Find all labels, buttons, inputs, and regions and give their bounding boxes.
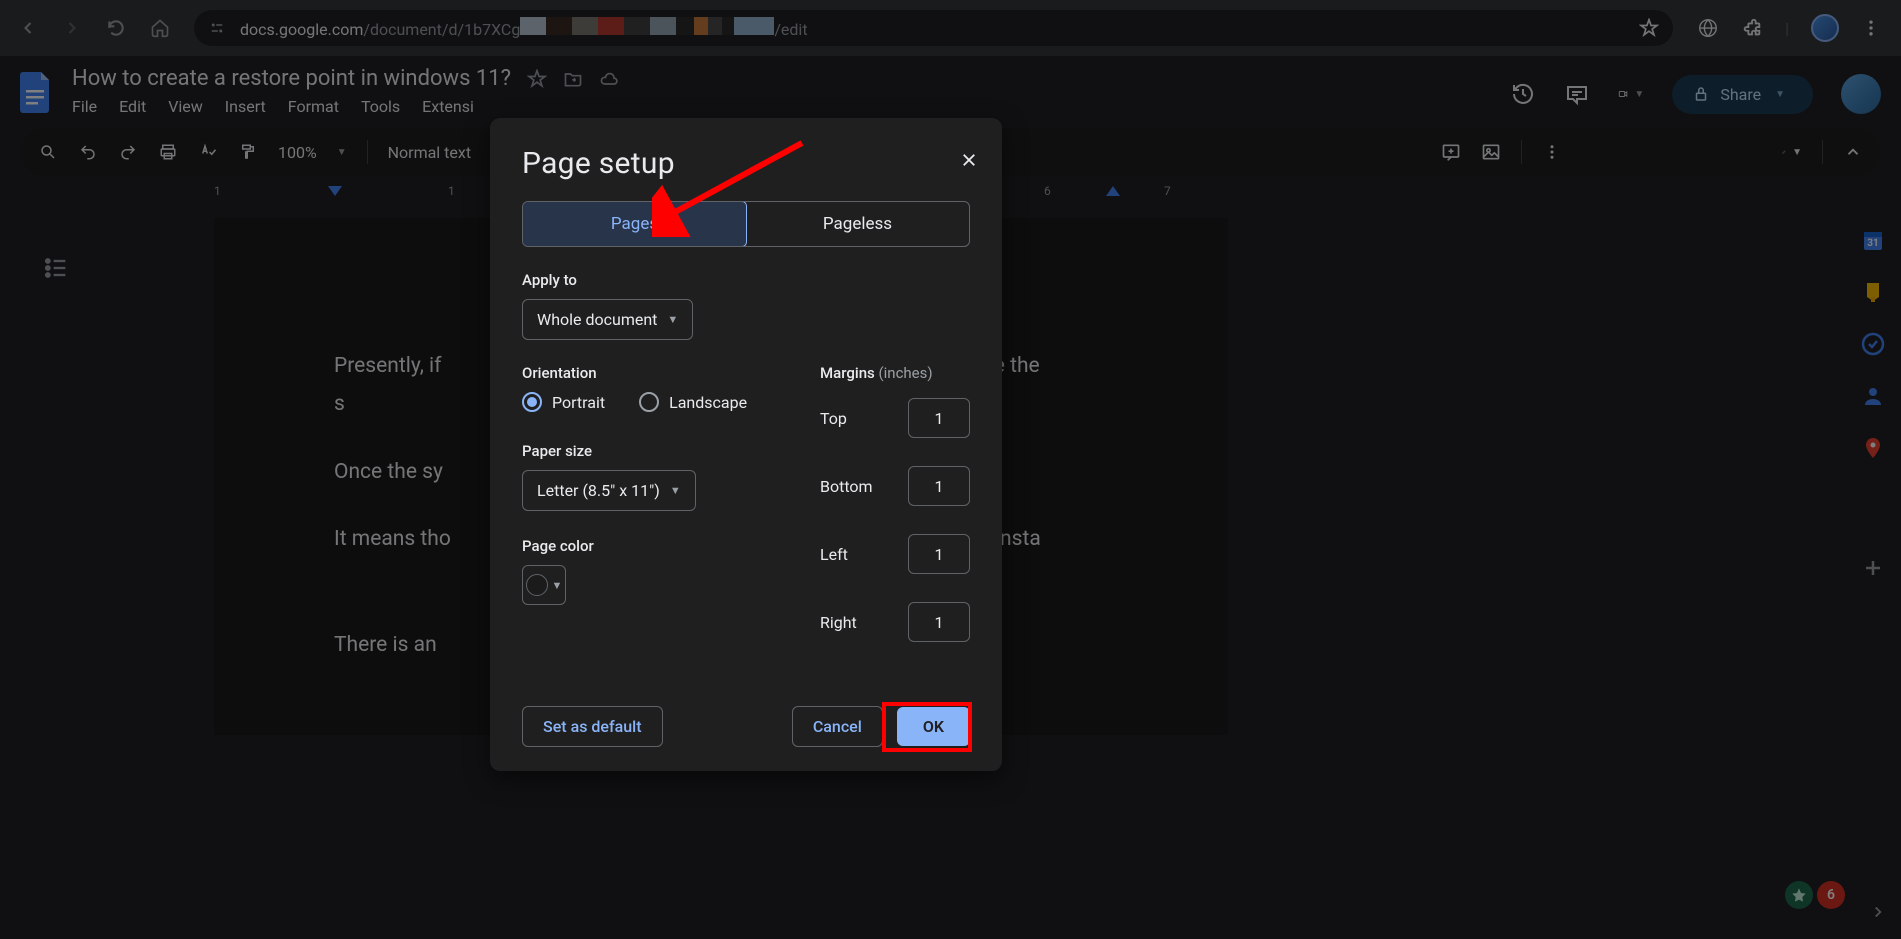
page-color-label: Page color bbox=[522, 537, 760, 555]
chevron-down-icon: ▼ bbox=[667, 313, 678, 326]
apply-to-select[interactable]: Whole document ▼ bbox=[522, 299, 693, 340]
page-setup-dialog: Page setup Pages Pageless Apply to Whole… bbox=[490, 118, 1002, 771]
apply-to-label: Apply to bbox=[522, 271, 970, 289]
chevron-down-icon: ▼ bbox=[552, 579, 563, 592]
radio-portrait[interactable]: Portrait bbox=[522, 392, 605, 412]
tab-pageless[interactable]: Pageless bbox=[746, 202, 969, 246]
paper-size-select[interactable]: Letter (8.5" x 11") ▼ bbox=[522, 470, 696, 511]
margin-top-input[interactable] bbox=[908, 398, 970, 438]
paper-size-label: Paper size bbox=[522, 442, 760, 460]
radio-landscape[interactable]: Landscape bbox=[639, 392, 747, 412]
margin-left-input[interactable] bbox=[908, 534, 970, 574]
dialog-title: Page setup bbox=[522, 146, 970, 181]
margin-top-label: Top bbox=[820, 409, 847, 428]
margin-bottom-input[interactable] bbox=[908, 466, 970, 506]
ok-button[interactable]: OK bbox=[897, 707, 970, 746]
close-icon[interactable] bbox=[960, 150, 978, 174]
dialog-tabs: Pages Pageless bbox=[522, 201, 970, 247]
set-default-button[interactable]: Set as default bbox=[522, 706, 663, 747]
margin-right-input[interactable] bbox=[908, 602, 970, 642]
margin-left-label: Left bbox=[820, 545, 848, 564]
margin-right-label: Right bbox=[820, 613, 857, 632]
orientation-label: Orientation bbox=[522, 364, 760, 382]
chevron-down-icon: ▼ bbox=[670, 484, 681, 497]
margin-bottom-label: Bottom bbox=[820, 477, 873, 496]
tab-pages[interactable]: Pages bbox=[522, 201, 747, 247]
margins-label: Margins (inches) bbox=[820, 364, 970, 382]
cancel-button[interactable]: Cancel bbox=[792, 706, 883, 747]
page-color-select[interactable]: ▼ bbox=[522, 565, 566, 605]
